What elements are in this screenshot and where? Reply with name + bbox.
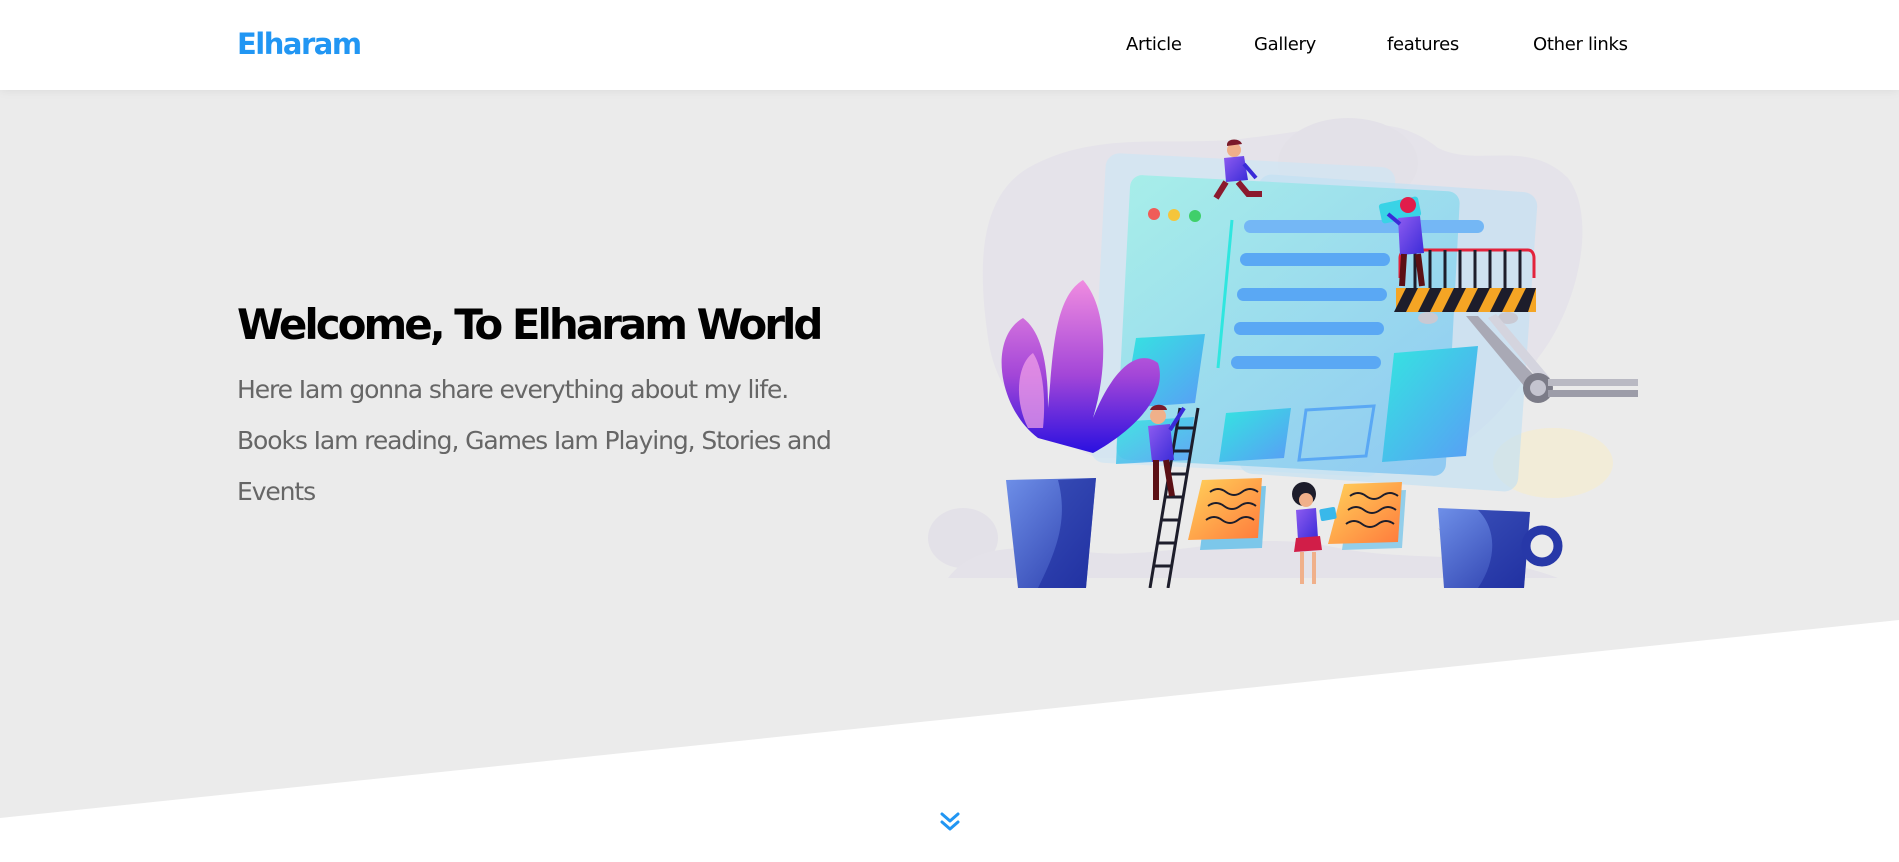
site-header: Elharam Article Gallery features Other l… <box>0 0 1899 90</box>
nav-link-other-links[interactable]: Other links <box>1533 34 1628 55</box>
team-building-website-illustration <box>928 118 1638 588</box>
site-logo[interactable]: Elharam <box>237 27 362 61</box>
hero-section: Welcome, To Elharam World Here Iam gonna… <box>0 90 1899 862</box>
nav-link-article[interactable]: Article <box>1126 34 1182 55</box>
hero-description: Here Iam gonna share everything about my… <box>237 375 832 506</box>
nav-link-gallery[interactable]: Gallery <box>1254 34 1316 55</box>
hero-title: Welcome, To Elharam World <box>237 300 823 349</box>
double-chevron-down-icon[interactable] <box>938 808 962 836</box>
nav-link-features[interactable]: features <box>1387 34 1459 55</box>
